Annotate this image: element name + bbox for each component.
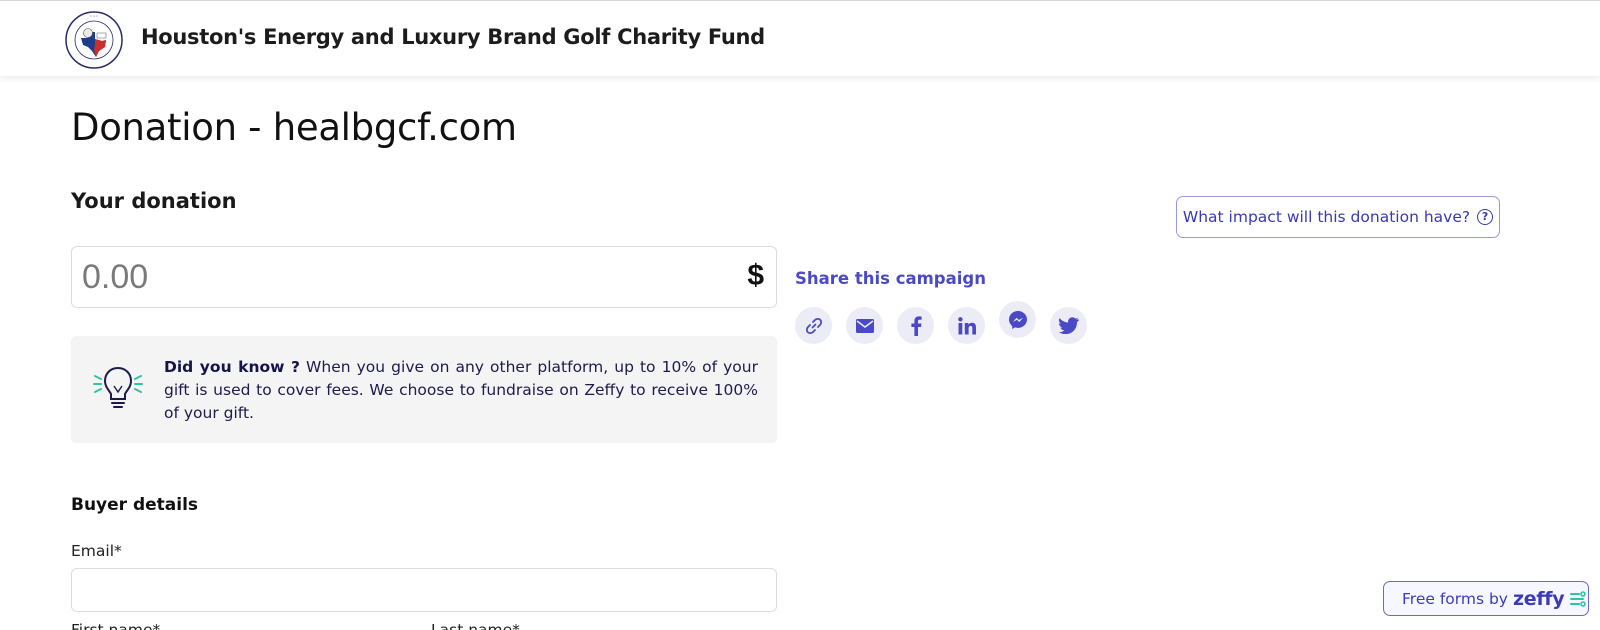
info-bold-lead: Did you know ?	[164, 358, 300, 376]
question-circle-icon: ?	[1477, 209, 1494, 225]
zeffy-badge-prefix: Free forms by	[1402, 589, 1508, 608]
link-icon	[805, 317, 822, 334]
zeffy-logo-icon	[1570, 590, 1587, 607]
share-link-button[interactable]	[795, 307, 832, 344]
messenger-icon	[1008, 310, 1027, 329]
fees-info-text: Did you know ? When you give on any othe…	[164, 356, 758, 425]
share-messenger-button[interactable]	[999, 301, 1036, 338]
first-name-label: First name*	[71, 621, 161, 630]
share-linkedin-button[interactable]	[948, 307, 985, 344]
donation-section-title: Your donation	[71, 189, 237, 213]
twitter-icon	[1058, 317, 1079, 334]
donation-impact-label: What impact will this donation have?	[1182, 208, 1471, 226]
free-forms-by-zeffy-link[interactable]: Free forms by zeffy	[1383, 581, 1589, 616]
last-name-label: Last name*	[431, 621, 520, 630]
share-email-button[interactable]	[846, 307, 883, 344]
lightbulb-icon	[93, 366, 143, 408]
email-field[interactable]	[71, 568, 777, 612]
linkedin-icon	[957, 316, 976, 334]
currency-symbol: $	[747, 259, 764, 292]
donation-impact-button[interactable]: What impact will this donation have? ?	[1176, 196, 1500, 238]
top-bar: · · · Houston's Energy and Luxury Brand …	[0, 0, 1600, 76]
page-title: Donation - healbgcf.com	[71, 106, 517, 149]
email-label: Email*	[71, 542, 122, 560]
facebook-icon	[910, 315, 922, 336]
organization-logo: · · ·	[65, 11, 123, 69]
donation-amount-field[interactable]: $	[71, 246, 777, 308]
share-facebook-button[interactable]	[897, 307, 934, 344]
donation-amount-input[interactable]	[82, 255, 702, 299]
organization-name: Houston's Energy and Luxury Brand Golf C…	[141, 25, 765, 49]
fees-info-box: Did you know ? When you give on any othe…	[71, 336, 777, 443]
share-campaign-title: Share this campaign	[795, 269, 986, 288]
share-twitter-button[interactable]	[1050, 307, 1087, 344]
zeffy-brand-name: zeffy	[1512, 587, 1565, 610]
mail-icon	[855, 318, 874, 333]
buyer-details-title: Buyer details	[71, 495, 199, 515]
svg-text:· · ·: · · ·	[90, 14, 98, 19]
